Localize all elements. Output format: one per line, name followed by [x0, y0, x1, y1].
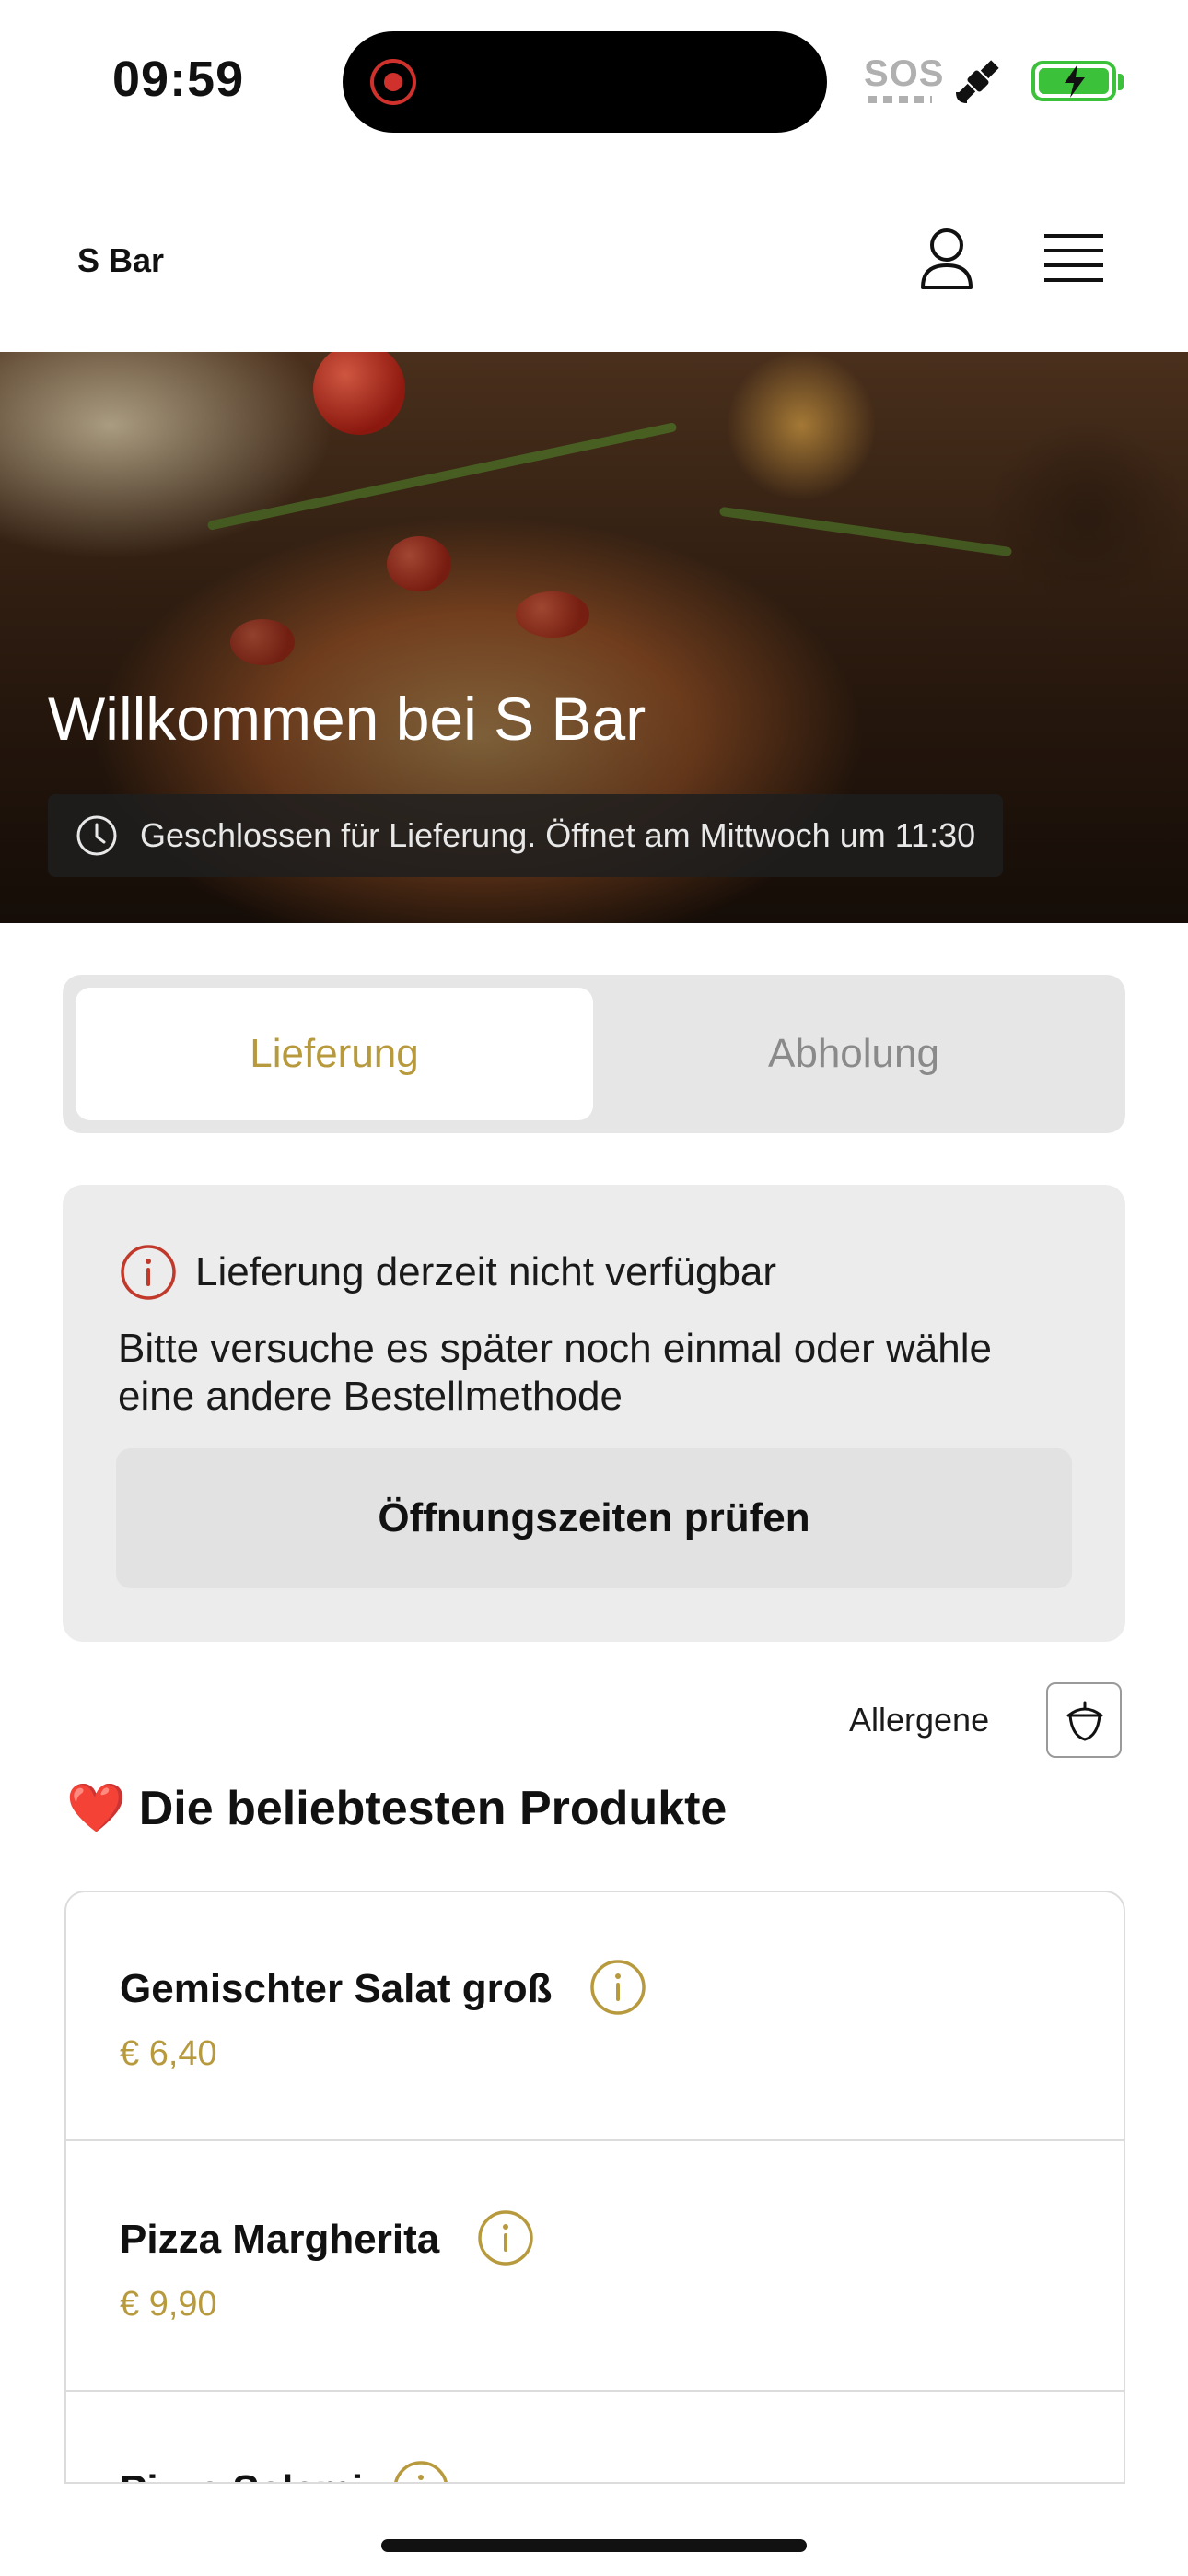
allergens-button[interactable]: [1046, 1682, 1122, 1758]
home-indicator[interactable]: [381, 2539, 807, 2552]
notice-text: Bitte versuche es später noch einmal ode…: [118, 1326, 992, 1419]
hero-title: Willkommen bei S Bar: [48, 685, 646, 753]
status-bar: 09:59 SOS: [0, 0, 1188, 157]
product-item[interactable]: Gemischter Salat groß € 6,40: [66, 1892, 1124, 2141]
product-price: € 6,40: [120, 2034, 217, 2073]
status-time: 09:59: [112, 52, 245, 107]
info-icon[interactable]: [477, 2209, 534, 2266]
popular-products-heading: ❤️ Die beliebtesten Produkte: [66, 1780, 727, 1836]
check-opening-hours-button[interactable]: Öffnungszeiten prüfen: [116, 1448, 1072, 1588]
brand-name[interactable]: S Bar: [77, 241, 164, 280]
signal-dots-icon: [868, 96, 932, 103]
popular-products-title: Die beliebtesten Produkte: [138, 1782, 728, 1835]
clock-icon: [76, 815, 117, 856]
tab-pickup[interactable]: Abholung: [595, 988, 1112, 1120]
screen-recording-icon: [370, 59, 416, 105]
battery-cap: [1118, 74, 1124, 90]
hero-banner: Willkommen bei S Bar Geschlossen für Lie…: [0, 352, 1188, 923]
opening-status-badge: Geschlossen für Lieferung. Öffnet am Mit…: [48, 794, 1004, 877]
product-name: Gemischter Salat groß: [120, 1966, 553, 2011]
allergens-label[interactable]: Allergene: [849, 1701, 989, 1739]
tab-delivery[interactable]: Lieferung: [76, 988, 593, 1120]
product-item[interactable]: Pizza Salami: [66, 2394, 1124, 2484]
heart-icon: ❤️: [66, 1782, 126, 1835]
notice-title: Lieferung derzeit nicht verfügbar: [195, 1249, 777, 1294]
charging-bolt-icon: [1065, 64, 1085, 98]
opening-status-text: Geschlossen für Lieferung. Öffnet am Mit…: [140, 816, 976, 854]
battery-icon: [1031, 61, 1116, 101]
app-header: S Bar: [0, 184, 1188, 352]
product-name: Pizza Margherita: [120, 2217, 440, 2262]
user-account-icon[interactable]: [917, 225, 976, 291]
acorn-icon: [1066, 1701, 1103, 1741]
hamburger-menu-icon[interactable]: [1042, 230, 1105, 286]
product-list: Gemischter Salat groß € 6,40 Pizza Margh…: [64, 1891, 1125, 2484]
product-name: Pizza Salami: [120, 2467, 363, 2482]
sos-indicator: SOS: [864, 53, 945, 94]
product-item[interactable]: Pizza Margherita € 9,90: [66, 2143, 1124, 2392]
dynamic-island: [343, 31, 827, 133]
info-icon[interactable]: [392, 2460, 449, 2484]
satellite-icon: [956, 60, 999, 103]
order-mode-toggle: Lieferung Abholung: [63, 975, 1125, 1133]
info-icon[interactable]: [589, 1959, 646, 2016]
alert-info-icon: [121, 1245, 176, 1300]
delivery-unavailable-notice: Lieferung derzeit nicht verfügbar Bitte …: [63, 1185, 1125, 1642]
product-price: € 9,90: [120, 2285, 217, 2324]
